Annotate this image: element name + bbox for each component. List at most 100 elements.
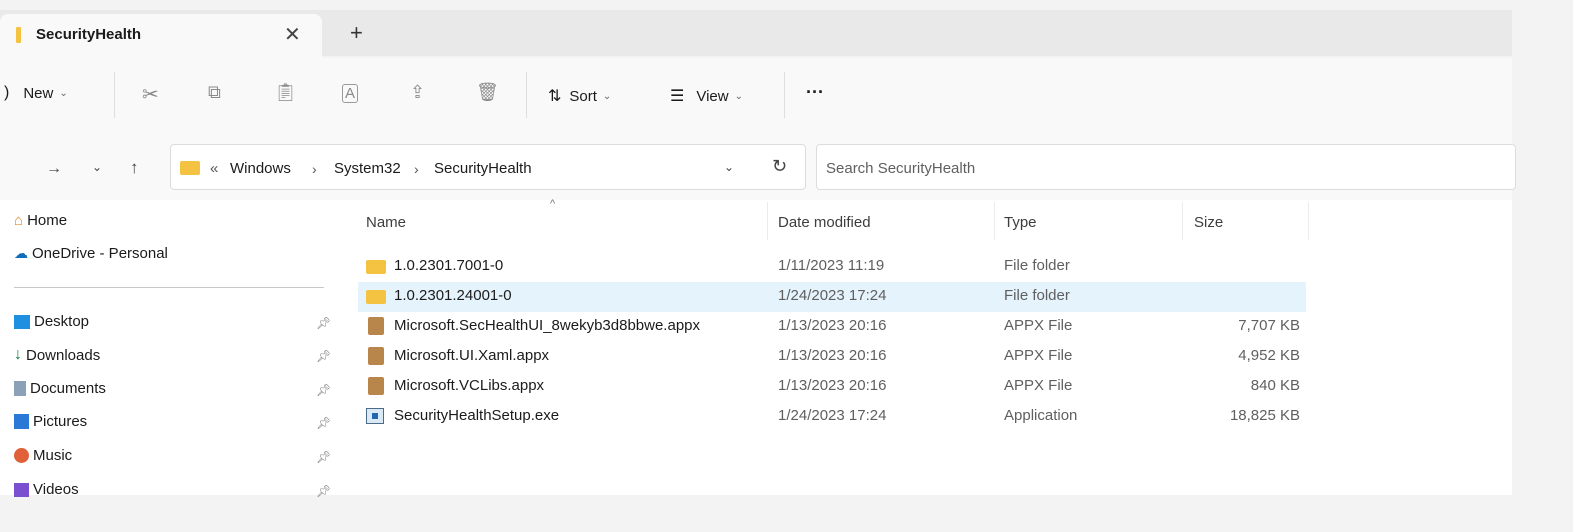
column-divider[interactable] [767,202,768,240]
tab-title: SecurityHealth [36,26,142,43]
music-icon [14,448,29,463]
column-divider[interactable] [994,202,995,240]
column-header-size[interactable]: Size [1194,214,1223,231]
breadcrumb-separator[interactable]: › [414,161,419,177]
column-header-type[interactable]: Type [1004,214,1037,231]
more-options-button[interactable]: ··· [806,82,824,103]
sidebar-item-downloads[interactable]: ↓ Downloads [14,346,100,364]
table-row[interactable]: SecurityHealthSetup.exe 1/24/2023 17:24 … [358,402,1306,432]
file-name: Microsoft.SecHealthUI_8wekyb3d8bbwe.appx [394,317,700,334]
pin-icon[interactable]: 📌︎ [316,484,331,498]
table-row[interactable]: 1.0.2301.7001-0 1/11/2023 11:19 File fol… [358,252,1306,282]
cut-icon[interactable]: ✂ [142,82,159,107]
file-type: APPX File [1004,377,1073,394]
breadcrumb-windows[interactable]: Windows [230,160,291,177]
table-row-selected[interactable]: 1.0.2301.24001-0 1/24/2023 17:24 File fo… [358,282,1306,312]
package-icon [368,377,384,395]
videos-icon [14,482,29,497]
file-name: Microsoft.VCLibs.appx [394,377,545,394]
toolbar-divider [114,72,115,118]
sort-ascending-icon: ^ [550,198,556,210]
view-button[interactable]: ☰ View ⌄ [670,86,743,106]
folder-icon [366,260,386,274]
column-header-name[interactable]: Name [366,214,406,231]
documents-icon [14,381,26,396]
view-icon: ☰ [670,88,685,105]
file-size: 4,952 KB [1238,347,1300,364]
sidebar-item-documents[interactable]: Documents [14,380,106,397]
sidebar-item-music[interactable]: Music [14,447,72,464]
breadcrumb-separator[interactable]: › [312,161,317,177]
column-divider[interactable] [1182,202,1183,240]
view-label: View [696,87,729,105]
sidebar-item-videos[interactable]: Videos [14,481,79,498]
new-label: New [23,84,54,102]
breadcrumb-system32[interactable]: System32 [334,160,401,177]
sidebar-item-pictures[interactable]: Pictures [14,413,87,430]
paste-icon[interactable]: 📋︎ [274,82,297,103]
file-name: SecurityHealthSetup.exe [394,407,560,424]
pin-icon[interactable]: 📌︎ [316,316,331,330]
refresh-icon[interactable]: ↻ [772,156,787,177]
copy-icon[interactable]: ⧉ [208,82,221,103]
breadcrumb-overflow[interactable]: « [210,160,218,177]
pin-icon[interactable]: 📌︎ [316,383,331,397]
share-icon[interactable]: ⇪ [410,82,425,103]
file-type: File folder [1004,257,1070,274]
search-placeholder: Search SecurityHealth [826,160,976,177]
chevron-down-icon: ⌄ [734,90,743,102]
file-size: 18,825 KB [1229,407,1300,424]
sidebar-item-home[interactable]: ⌂ Home [14,212,67,229]
address-dropdown-chevron-icon[interactable]: ⌄ [724,160,734,174]
file-type: APPX File [1004,317,1073,334]
cloud-icon: ☁ [14,245,28,261]
column-divider[interactable] [1308,202,1309,240]
table-row[interactable]: Microsoft.SecHealthUI_8wekyb3d8bbwe.appx… [358,312,1306,342]
plus-circle-icon: ) [4,84,10,101]
sidebar-item-label: Pictures [33,413,88,430]
command-bar [0,58,1512,135]
desktop-icon [14,314,30,329]
pin-icon[interactable]: 📌︎ [316,450,331,464]
download-icon: ↓ [14,346,22,363]
file-date: 1/13/2023 20:16 [778,377,887,394]
file-name: 1.0.2301.24001-0 [394,287,512,304]
sidebar-item-onedrive[interactable]: ☁ OneDrive - Personal [14,245,168,262]
delete-icon[interactable]: 🗑︎ [476,82,499,103]
pictures-icon [14,414,29,429]
close-tab-button[interactable]: ✕ [284,22,301,47]
sidebar-item-desktop[interactable]: Desktop [14,313,89,330]
sidebar-item-label: Home [27,212,68,229]
file-date: 1/24/2023 17:24 [778,287,887,304]
file-date: 1/11/2023 11:19 [778,257,885,274]
folder-icon [180,161,200,175]
up-arrow-icon[interactable]: ↑ [130,158,139,178]
pin-icon[interactable]: 📌︎ [316,416,331,430]
new-button[interactable]: ) New ⌄ [4,84,68,102]
sidebar-item-label: Documents [30,380,106,397]
sort-icon: ⇅ [548,88,562,105]
chevron-down-icon: ⌄ [602,90,612,102]
file-type: APPX File [1004,347,1073,364]
table-row[interactable]: Microsoft.UI.Xaml.appx 1/13/2023 20:16 A… [358,342,1306,372]
forward-arrow-icon[interactable]: → [46,160,62,178]
sidebar-item-label: Videos [33,481,79,498]
column-header-date-modified[interactable]: Date modified [778,214,871,231]
sort-button[interactable]: ⇅ Sort ⌄ [548,86,611,106]
file-size: 840 KB [1250,377,1300,394]
table-row[interactable]: Microsoft.VCLibs.appx 1/13/2023 20:16 AP… [358,372,1306,402]
sidebar-item-label: Desktop [34,313,90,330]
file-date: 1/13/2023 20:16 [778,317,887,334]
sidebar-item-label: Downloads [26,346,101,364]
rename-icon[interactable]: A [342,84,359,103]
breadcrumb-securityhealth[interactable]: SecurityHealth [434,160,532,177]
sidebar-item-label: OneDrive - Personal [32,245,168,262]
pin-icon[interactable]: 📌︎ [316,349,331,363]
toolbar-divider [526,72,527,118]
file-type: Application [1004,407,1078,424]
recent-locations-chevron-icon[interactable]: ⌄ [92,160,102,174]
application-icon [366,408,384,424]
new-tab-button[interactable]: + [350,20,363,46]
sort-label: Sort [569,87,597,105]
file-date: 1/24/2023 17:24 [778,407,887,424]
